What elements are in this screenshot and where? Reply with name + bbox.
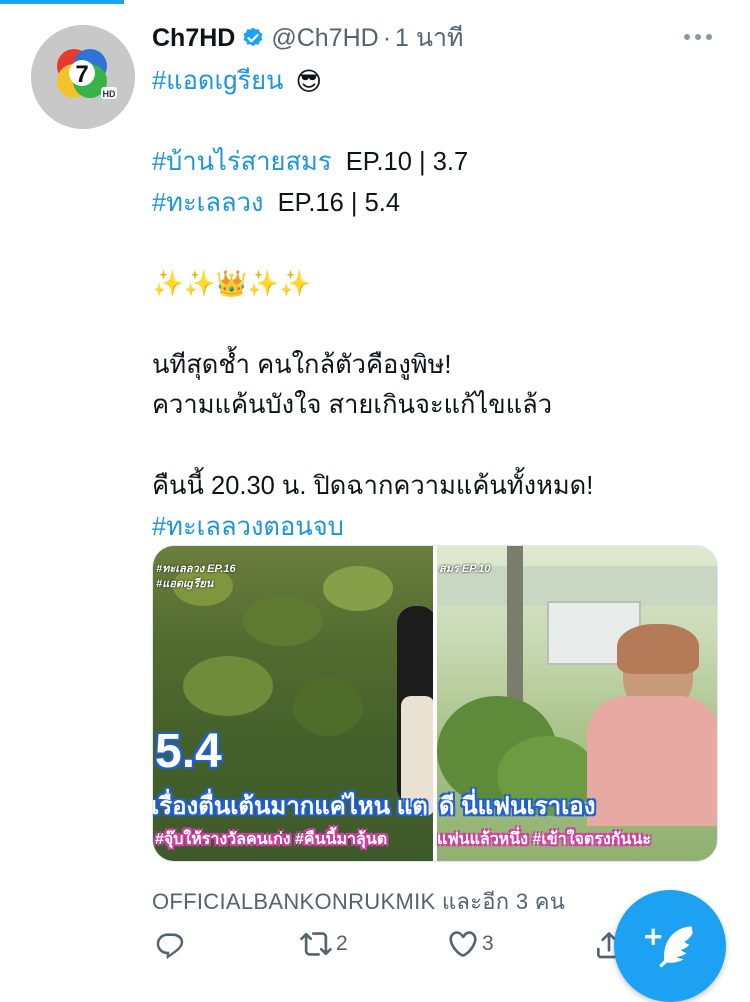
tweet-line: #แอดเgรียน 😎 <box>152 61 732 102</box>
tweet-line: ✨✨👑✨✨ <box>152 264 732 305</box>
emoji-line: ✨✨👑✨✨ <box>152 269 311 298</box>
like-icon <box>449 931 477 957</box>
tweet-line <box>152 426 732 467</box>
tweet-line: #ทะเลลวงตอนจบ <box>152 507 732 548</box>
tweet-header: Ch7HD @Ch7HD · 1 นาที <box>152 20 464 56</box>
tweet-line: ความแค้นบังใจ สายเกินจะแก้ไขแล้ว <box>152 385 732 426</box>
retweet-icon <box>300 932 332 956</box>
tweet-text-span: ความแค้นบังใจ สายเกินจะแก้ไขแล้ว <box>152 391 553 419</box>
tweet-line: คืนนี้ 20.30 น. ปิดฉากความแค้นทั้งหมด! <box>152 466 732 507</box>
tweet-line <box>152 223 732 264</box>
hashtag-link[interactable]: #ทะเลลวง <box>152 189 263 217</box>
verified-icon <box>241 26 265 50</box>
action-bar: 2 3 <box>152 928 622 968</box>
handle[interactable]: @Ch7HD <box>271 24 378 53</box>
media-right-tag: สมร EP.10 <box>439 563 491 575</box>
tweet-line: นทีสุดช้ำ คนใกล้ตัวคืองูพิษ! <box>152 345 732 386</box>
tweet-text-span: นทีสุดช้ำ คนใกล้ตัวคืองูพิษ! <box>152 350 452 379</box>
media-grid[interactable]: #ทะเลลวง EP.16 #แอดเgรียน 5.4 เรื่องตื่น… <box>152 545 718 862</box>
compose-icon <box>645 926 693 968</box>
ch7-logo: 7 HD <box>31 25 135 129</box>
loading-bar <box>0 0 750 6</box>
more-icon[interactable] <box>684 27 728 51</box>
reply-icon <box>156 933 184 960</box>
sunglasses-emoji: 😎 <box>295 68 323 97</box>
media-right-caption: ดี นี่แฟนเราเอง <box>439 793 596 820</box>
tweet-line <box>152 304 732 345</box>
tweet-body: #แอดเgรียน 😎 #บ้านไร่สายสมร EP.10 | 3.7 #ทะ… <box>152 61 732 547</box>
media-image-left[interactable]: #ทะเลลวง EP.16 #แอดเgรียน 5.4 เรื่องตื่น… <box>153 546 433 861</box>
media-left-tag-2: #แอดเgรียน <box>156 578 214 590</box>
tweet-text-span: EP.10 | 3.7 <box>331 148 469 176</box>
timestamp[interactable]: 1 นาที <box>395 18 463 58</box>
like-count: 3 <box>482 932 494 955</box>
media-left-caption: เรื่องตื่นเต้นมากแค่ไหน แต <box>153 793 428 820</box>
tweet-line <box>152 102 732 143</box>
separator-dot: · <box>382 23 392 52</box>
svg-text:7: 7 <box>75 61 88 88</box>
media-rating-number: 5.4 <box>155 725 222 778</box>
retweet-button[interactable]: 2 <box>298 928 348 960</box>
media-left-hashtags: #จุ๊บให้รางวัลคนเก่ง #คืนนี้มาลุ้นต <box>155 831 388 848</box>
hashtag-link[interactable]: #ทะเลลวงตอนจบ <box>152 513 344 541</box>
display-name[interactable]: Ch7HD <box>152 24 235 53</box>
media-right-hashtags: แฟนแล้วหนึ่ง #เข้าใจตรงกันนะ <box>437 831 651 848</box>
tweet-line: #บ้านไร่สายสมร EP.10 | 3.7 <box>152 142 732 183</box>
tweet-text-span: คืนนี้ 20.30 น. ปิดฉากความแค้นทั้งหมด! <box>152 472 594 500</box>
like-button[interactable]: 3 <box>446 928 494 960</box>
social-context[interactable]: OFFICIALBANKONRUKMIK และอีก 3 คน <box>152 884 565 919</box>
avatar[interactable]: 7 HD <box>31 25 135 129</box>
compose-tweet-button[interactable] <box>614 890 726 1002</box>
media-image-right[interactable]: สมร EP.10 ดี นี่แฟนเราเอง แฟนแล้วหนึ่ง #… <box>437 546 717 861</box>
retweet-count: 2 <box>336 932 348 955</box>
hashtag-link[interactable]: #บ้านไร่สายสมร <box>152 148 332 176</box>
hashtag-link[interactable]: #แอดเgรียน <box>152 67 283 95</box>
svg-text:HD: HD <box>103 89 116 99</box>
tweet-text-span: EP.16 | 5.4 <box>263 188 401 217</box>
tweet-line: #ทะเลลวง EP.16 | 5.4 <box>152 183 732 224</box>
reply-button[interactable] <box>154 928 186 960</box>
loading-progress <box>0 0 124 4</box>
